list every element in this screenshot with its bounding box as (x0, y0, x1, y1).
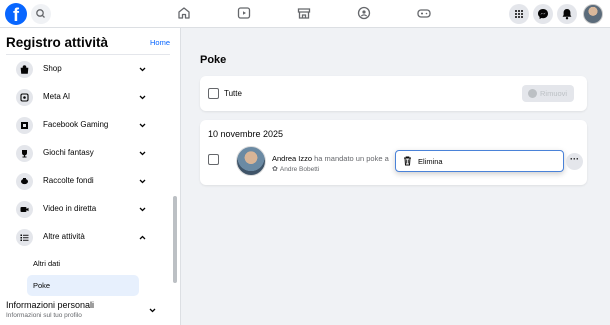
personal-info-subtitle: Informazioni sul tuo profilo (6, 312, 82, 319)
select-all-checkbox[interactable] (208, 88, 219, 99)
remove-button[interactable]: Rimuovi (522, 85, 574, 102)
gaming-icon (21, 122, 28, 129)
sidebar-title: Registro attività (6, 35, 109, 50)
list-icon-wrap (16, 229, 33, 246)
chevron-down-icon (139, 179, 146, 184)
sidebar-subitem-label: Altri dati (33, 259, 61, 268)
divider (6, 54, 170, 55)
menu-button[interactable] (509, 4, 529, 24)
entry-text: Andrea Izzo ha mandato un poke a (272, 154, 389, 163)
sidebar-item-label: Video in diretta (43, 204, 97, 213)
sidebar-item-shop[interactable]: Shop (6, 57, 162, 83)
sidebar-item-label: Altre attività (43, 232, 85, 241)
profile-avatar[interactable] (583, 4, 603, 24)
entry-audience: ✿ Andre Bobetti (272, 165, 319, 173)
sidebar-item-raccolte-fondi[interactable]: Raccolte fondi (6, 169, 162, 195)
fundraiser-icon (21, 178, 28, 185)
sidebar-subitem-label: Poke (33, 281, 51, 290)
sidebar-item-label: Meta AI (43, 92, 71, 101)
search-button[interactable] (31, 4, 51, 24)
entry-date: 10 novembre 2025 (208, 129, 284, 139)
sidebar-item-meta-ai[interactable]: Meta AI (6, 85, 162, 111)
chevron-down-icon (139, 151, 146, 156)
shop-icon (20, 65, 29, 74)
chevron-up-icon (139, 235, 146, 240)
gaming-icon[interactable] (416, 5, 432, 21)
gaming-icon-wrap (16, 117, 33, 134)
video-icon[interactable] (236, 5, 252, 21)
entry-action: ha mandato un poke a (312, 154, 389, 163)
sidebar-scrollbar[interactable] (173, 196, 177, 283)
marketplace-icon[interactable] (296, 5, 312, 21)
privacy-gear-icon: ✿ (272, 166, 278, 173)
sidebar-item-giochi-fantasy[interactable]: Giochi fantasy (6, 141, 162, 167)
facebook-logo[interactable]: f (5, 3, 27, 25)
messenger-button[interactable] (533, 4, 553, 24)
live-video-icon-wrap (16, 201, 33, 218)
activity-log-sidebar: Registro attività Home Shop Meta AI Face… (0, 28, 181, 325)
avatar[interactable] (236, 146, 266, 176)
notifications-icon (562, 9, 572, 20)
chevron-down-icon (139, 67, 146, 72)
sidebar-item-label: Shop (43, 64, 62, 73)
entry-checkbox[interactable] (208, 154, 219, 165)
sidebar-item-video-in-diretta[interactable]: Video in diretta (6, 197, 162, 223)
notifications-button[interactable] (557, 4, 577, 24)
search-icon (36, 9, 45, 18)
select-all-label: Tutte (224, 89, 242, 98)
trophy-icon-wrap (16, 145, 33, 162)
home-link[interactable]: Home (150, 38, 170, 47)
fundraiser-icon-wrap (16, 173, 33, 190)
page-title: Poke (200, 54, 227, 66)
list-icon (20, 234, 29, 241)
home-icon[interactable] (176, 5, 192, 21)
more-options-button[interactable]: ··· (566, 153, 583, 170)
meta-ai-icon (20, 93, 29, 102)
trophy-icon (22, 150, 27, 158)
meta-ai-icon-wrap (16, 89, 33, 106)
remove-label: Rimuovi (540, 89, 568, 98)
chevron-down-icon (139, 95, 146, 100)
chevron-down-icon[interactable] (148, 306, 157, 315)
entry-audience-name: Andre Bobetti (279, 166, 320, 173)
trash-icon (404, 156, 411, 166)
menu-grid-icon (515, 10, 523, 18)
messenger-icon (538, 9, 548, 19)
sidebar-subitem-altri-dati[interactable]: Altri dati (27, 253, 139, 274)
delete-label: Elimina (418, 157, 443, 166)
sidebar-subitem-poke[interactable]: Poke (27, 275, 139, 296)
groups-icon[interactable] (356, 5, 372, 21)
chevron-down-icon (139, 123, 146, 128)
chevron-down-icon (139, 207, 146, 212)
live-video-icon (20, 207, 29, 212)
shop-icon-wrap (16, 61, 33, 78)
sidebar-item-label: Giochi fantasy (43, 148, 94, 157)
sidebar-item-label: Facebook Gaming (43, 120, 109, 129)
sidebar-item-altre-attivita[interactable]: Altre attività (6, 225, 162, 251)
entry-name[interactable]: Andrea Izzo (272, 154, 312, 163)
remove-icon (528, 89, 537, 98)
personal-info-heading[interactable]: Informazioni personali (6, 300, 94, 310)
select-all-card: Tutte Rimuovi (200, 76, 587, 111)
sidebar-item-label: Raccolte fondi (43, 176, 94, 185)
sidebar-item-facebook-gaming[interactable]: Facebook Gaming (6, 113, 162, 139)
delete-menu[interactable]: Elimina (395, 150, 564, 172)
top-navigation-bar: f (0, 0, 610, 28)
